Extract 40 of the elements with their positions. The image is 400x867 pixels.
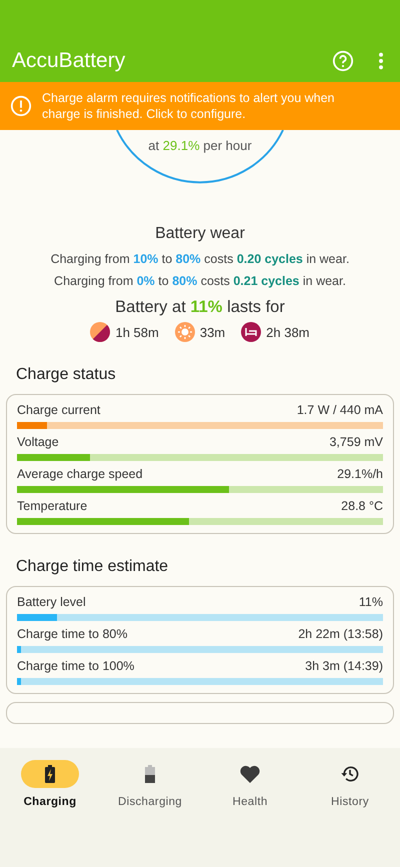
history-icon: [340, 764, 360, 784]
warning-icon: [10, 95, 32, 117]
stat-label: Battery level: [17, 595, 86, 609]
wear-text: Charging from 10% to 80% costs 0.20 cycles in wear.: [50, 251, 350, 268]
stat-label: Voltage: [17, 435, 59, 449]
stat-label: Charge time to 100%: [17, 659, 134, 673]
section-title: Charge status: [16, 366, 117, 384]
duration-text: 1h 58m: [115, 324, 159, 340]
nav-tab[interactable]: History: [300, 760, 400, 867]
stat-value: 3,759 mV: [329, 435, 383, 449]
section-title: Battery wear: [155, 225, 245, 243]
heart-icon: [240, 765, 260, 783]
stat-value: 2h 22m (13:58): [298, 627, 383, 641]
bed-icon: [241, 322, 262, 342]
battery-icon: [145, 765, 155, 783]
mixed-usage-icon: [90, 322, 110, 342]
charging-battery-icon: [45, 765, 55, 783]
stat-label: Temperature: [17, 499, 88, 513]
help-icon[interactable]: [332, 50, 354, 72]
nav-tab[interactable]: Discharging: [100, 760, 200, 867]
stat-value: 1.7 W / 440 mA: [296, 403, 383, 417]
stat-label: Average charge speed: [17, 467, 143, 481]
charge-rate: at 29.1% per hour: [148, 137, 252, 155]
stat-value: 11%: [358, 595, 383, 609]
wear-text: Charging from 0% to 80% costs 0.21 cycles in wear.: [54, 273, 346, 290]
duration-text: 33m: [200, 324, 226, 340]
more-options-icon[interactable]: [378, 52, 384, 70]
nav-tab[interactable]: Health: [200, 760, 300, 867]
duration-text: 2h 38m: [266, 324, 310, 340]
stat-label: Charge time to 80%: [17, 627, 128, 641]
nav-tab[interactable]: Charging: [0, 760, 100, 867]
banner-text: Charge alarm requires notifications to alert you when charge is finished. Click to configure.: [42, 90, 336, 122]
stat-label: Charge current: [17, 403, 100, 417]
app-title: AccuBattery: [12, 49, 126, 73]
stat-value: 3h 3m (14:39): [305, 659, 383, 673]
stat-value: 29.1%/h: [337, 467, 383, 481]
sun-icon: [174, 322, 195, 342]
section-title: Charge time estimate: [16, 558, 170, 576]
lasts-title: Battery at 11% lasts for: [115, 298, 285, 317]
stat-value: 28.8 °C: [341, 499, 383, 513]
